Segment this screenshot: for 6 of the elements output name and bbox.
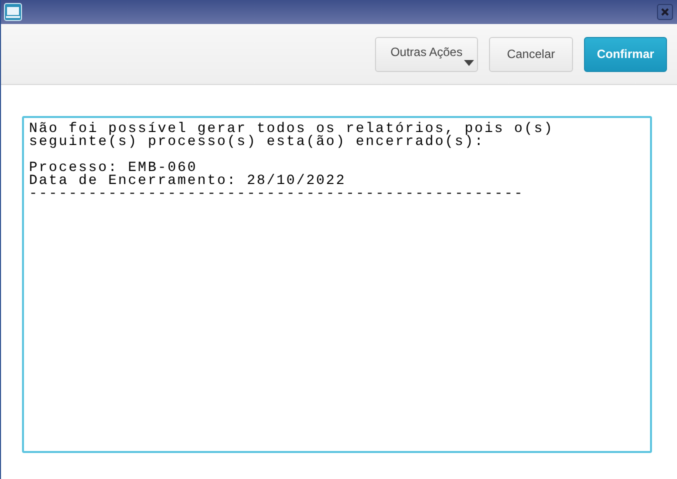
toolbar-button[interactable]: Outras Ações (374, 36, 478, 72)
close-icon[interactable] (657, 4, 673, 20)
caret-icon (464, 60, 474, 66)
toolbar-button[interactable]: Cancelar (488, 36, 573, 72)
message-field[interactable]: Não foi possível gerar todos os relatórios, pois o(s) seguinte(s) processo(s) esta(ão) encerrado(s): Processo: EMB-060 Data de Encerramento: 28/10/2022 -------------------------------------------------- (22, 116, 652, 453)
monitor-icon (4, 3, 22, 21)
